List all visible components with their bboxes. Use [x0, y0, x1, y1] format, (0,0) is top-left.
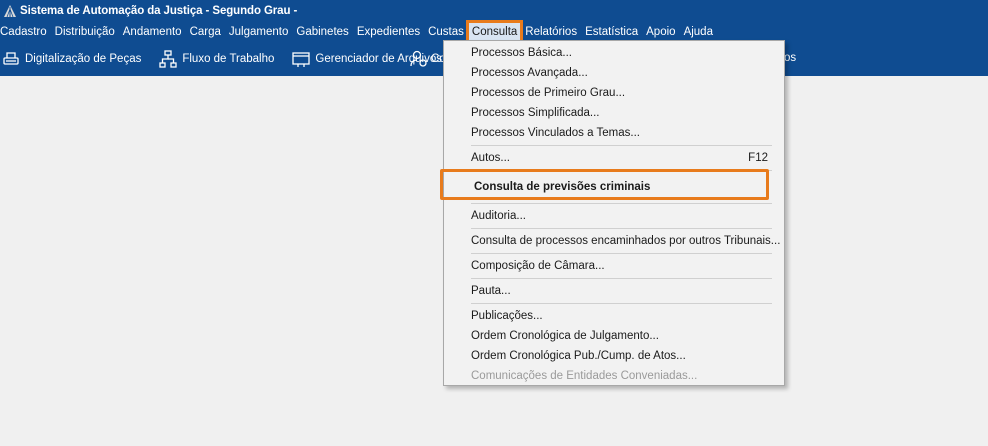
toolbar-fluxo-label: Fluxo de Trabalho: [182, 53, 275, 65]
menu-distribuicao[interactable]: Distribuição: [51, 22, 119, 42]
menu-item-autos-shortcut: F12: [748, 152, 768, 164]
menu-item-processos-simplificada[interactable]: Processos Simplificada...: [444, 103, 784, 123]
menu-gabinetes[interactable]: Gabinetes: [292, 22, 352, 42]
toolbar-partial-button[interactable]: Co: [410, 42, 446, 76]
menu-item-processos-encaminhados[interactable]: Consulta de processos encaminhados por o…: [444, 231, 784, 251]
menu-item-auditoria[interactable]: Auditoria...: [444, 206, 784, 226]
menu-expedientes[interactable]: Expedientes: [353, 22, 424, 42]
workflow-icon: [159, 50, 177, 68]
menu-item-processos-vinculados[interactable]: Processos Vinculados a Temas...: [444, 123, 784, 143]
menu-separator: [471, 278, 772, 279]
menu-separator: [471, 228, 772, 229]
window-title: Sistema de Automação da Justiça - Segund…: [20, 5, 298, 17]
menu-item-composicao-camara[interactable]: Composição de Câmara...: [444, 256, 784, 276]
menu-consulta[interactable]: Consulta: [465, 20, 524, 44]
menu-item-autos[interactable]: Autos... F12: [444, 148, 784, 168]
tribunal-logo-icon: [4, 5, 16, 18]
menu-item-ordem-pub-cump[interactable]: Ordem Cronológica Pub./Cump. de Atos...: [444, 346, 784, 366]
menu-apoio[interactable]: Apoio: [642, 22, 679, 42]
menu-ajuda[interactable]: Ajuda: [680, 22, 717, 42]
menu-cadastro[interactable]: Cadastro: [0, 22, 51, 42]
file-manager-icon: [292, 52, 311, 67]
menu-julgamento[interactable]: Julgamento: [225, 22, 292, 42]
menu-separator: [471, 203, 772, 204]
menu-custas[interactable]: Custas: [424, 22, 468, 42]
menu-item-processos-avancada[interactable]: Processos Avançada...: [444, 63, 784, 83]
toolbar-digitalizacao-label: Digitalização de Peças: [25, 53, 142, 65]
menu-item-autos-label: Autos...: [471, 152, 510, 164]
menu-item-comunicacoes-entidades: Comunicações de Entidades Conveniadas...: [471, 370, 698, 382]
menu-item-ordem-julgamento[interactable]: Ordem Cronológica de Julgamento...: [444, 326, 784, 346]
toolbar-fluxo-button[interactable]: Fluxo de Trabalho: [159, 50, 274, 68]
toolbar-tail-text: os: [784, 52, 797, 64]
consulta-dropdown-menu: Processos Básica... Processos Avançada..…: [440, 40, 785, 386]
menu-separator: [471, 145, 772, 146]
highlight-annotation: [440, 169, 769, 200]
menu-item-processos-basica[interactable]: Processos Básica...: [444, 43, 784, 63]
menu-separator: [471, 303, 772, 304]
menu-item-publicacoes[interactable]: Publicações...: [444, 306, 784, 326]
menu-bar: Cadastro Distribuição Andamento Carga Ju…: [0, 20, 988, 44]
user-settings-icon: [410, 50, 427, 67]
menu-item-pauta[interactable]: Pauta...: [444, 281, 784, 301]
menu-separator: [471, 253, 772, 254]
menu-relatorios[interactable]: Relatórios: [521, 22, 581, 42]
toolbar-digitalizacao-button[interactable]: Digitalização de Peças: [2, 50, 141, 68]
menu-carga[interactable]: Carga: [186, 22, 225, 42]
scanner-icon: [3, 52, 19, 65]
menu-item-processos-primeiro-grau[interactable]: Processos de Primeiro Grau...: [444, 83, 784, 103]
title-bar: Sistema de Automação da Justiça - Segund…: [0, 0, 988, 22]
menu-estatistica[interactable]: Estatística: [581, 22, 642, 42]
menu-andamento[interactable]: Andamento: [119, 22, 186, 42]
